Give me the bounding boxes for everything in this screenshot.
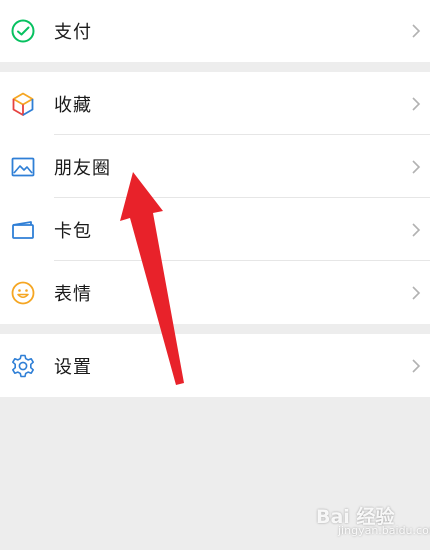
chevron-right-icon bbox=[410, 96, 422, 112]
list-item-label: 设置 bbox=[54, 356, 92, 378]
moments-icon bbox=[10, 154, 36, 180]
favorites-icon bbox=[10, 91, 36, 117]
settings-list: 支付 收藏 朋友圈 卡包 表情 设置 bbox=[0, 0, 430, 397]
watermark-sub: jingyan.baidu.com bbox=[338, 524, 430, 537]
list-item-settings[interactable]: 设置 bbox=[0, 334, 430, 397]
sticker-icon bbox=[10, 280, 36, 306]
list-item-label: 表情 bbox=[54, 283, 92, 305]
list-item-label: 支付 bbox=[54, 21, 92, 43]
list-item-pay[interactable]: 支付 bbox=[0, 0, 430, 62]
list-item-cards[interactable]: 卡包 bbox=[0, 198, 430, 261]
cards-icon bbox=[10, 217, 36, 243]
list-item-label: 收藏 bbox=[54, 94, 92, 116]
chevron-right-icon bbox=[410, 285, 422, 301]
group-main: 收藏 朋友圈 卡包 表情 bbox=[0, 72, 430, 324]
group-pay: 支付 bbox=[0, 0, 430, 62]
section-gap bbox=[0, 62, 430, 72]
settings-icon bbox=[10, 353, 36, 379]
list-item-label: 朋友圈 bbox=[54, 157, 111, 179]
pay-icon bbox=[10, 18, 36, 44]
list-item-stickers[interactable]: 表情 bbox=[0, 261, 430, 324]
list-item-favorites[interactable]: 收藏 bbox=[0, 72, 430, 135]
chevron-right-icon bbox=[410, 222, 422, 238]
list-item-moments[interactable]: 朋友圈 bbox=[0, 135, 430, 198]
section-gap bbox=[0, 324, 430, 334]
chevron-right-icon bbox=[410, 159, 422, 175]
watermark: Bai 经验 jingyan.baidu.com bbox=[316, 502, 430, 537]
chevron-right-icon bbox=[410, 23, 422, 39]
chevron-right-icon bbox=[410, 358, 422, 374]
list-item-label: 卡包 bbox=[54, 220, 92, 242]
group-settings: 设置 bbox=[0, 334, 430, 397]
